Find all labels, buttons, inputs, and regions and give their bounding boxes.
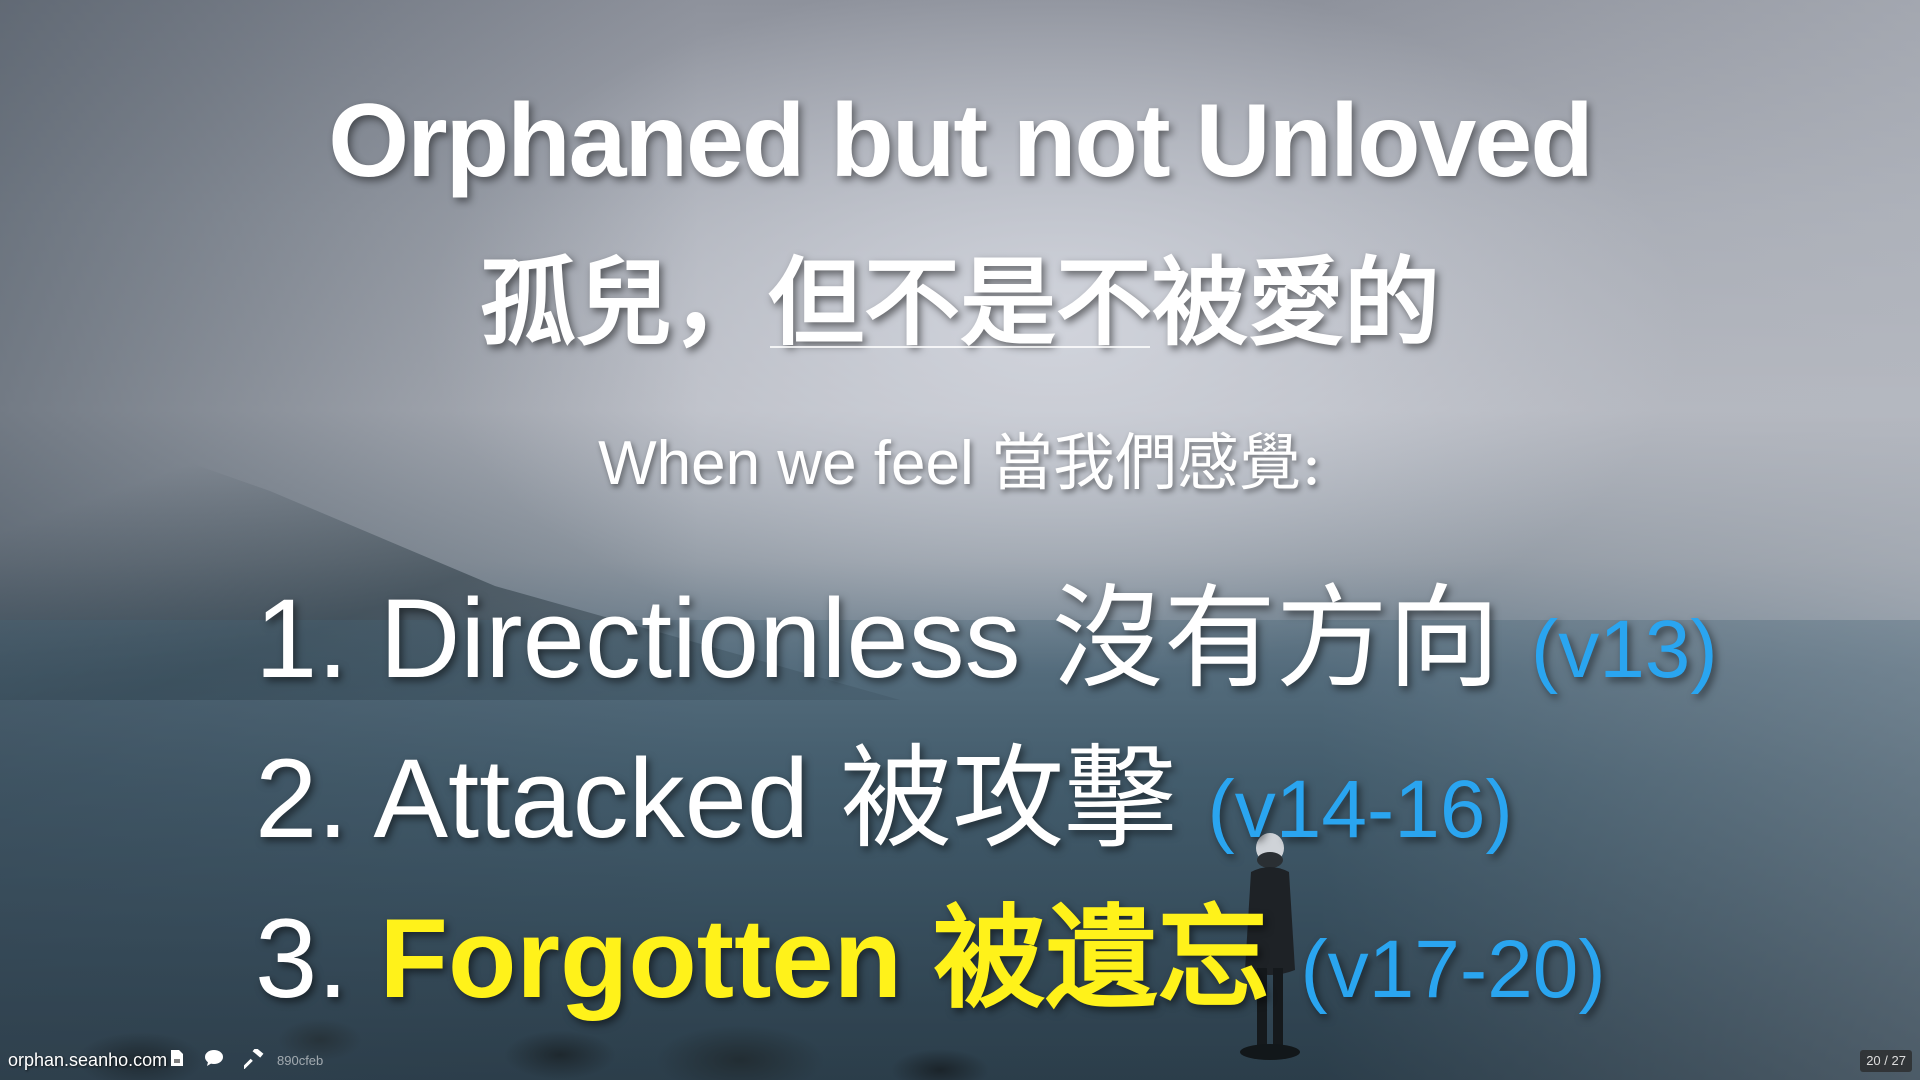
list-item-verse-ref: (v17-20) bbox=[1300, 924, 1606, 1015]
page-total: 27 bbox=[1891, 1053, 1906, 1068]
list-item-number: 1. bbox=[255, 576, 349, 701]
slide: Orphaned but not Unloved 孤兒，但不是不被愛的 When… bbox=[0, 0, 1920, 1080]
list-item-forgotten: 3. Forgotten 被遺忘 (v17-20) bbox=[255, 868, 1606, 1030]
slide-subtitle: When we feel 當我們感覺: bbox=[0, 412, 1920, 502]
commit-hash: 890cfeb bbox=[277, 1053, 324, 1068]
list-item-directionless: 1. Directionless 沒有方向 (v13) bbox=[255, 548, 1718, 710]
page-current: 20 bbox=[1866, 1053, 1881, 1068]
list-item-number: 2. bbox=[255, 736, 349, 861]
slide-title-chinese: 孤兒，但不是不被愛的 bbox=[480, 246, 1440, 359]
list-item-chinese: 被遺忘 bbox=[933, 893, 1270, 1024]
list-item-number: 3. bbox=[255, 896, 349, 1021]
slide-title-english: Orphaned but not Unloved bbox=[328, 83, 1593, 199]
list-item-text: Forgotten bbox=[379, 896, 903, 1021]
pdf-icon[interactable] bbox=[166, 1049, 188, 1071]
list-item-attacked: 2. Attacked 被攻擊 (v14-16) bbox=[255, 708, 1513, 870]
presentation-footer: orphan.seanho.com 890cfeb 20 / 27 bbox=[0, 1040, 1920, 1080]
list-item-chinese: 被攻擊 bbox=[840, 734, 1177, 864]
subtitle-english: When we feel bbox=[598, 429, 974, 498]
page-separator: / bbox=[1884, 1053, 1888, 1068]
list-item-verse-ref: (v13) bbox=[1530, 604, 1718, 695]
site-link[interactable]: orphan.seanho.com bbox=[8, 1050, 167, 1071]
list-item-verse-ref: (v14-16) bbox=[1207, 764, 1513, 855]
list-item-text: Attacked bbox=[373, 736, 810, 861]
comment-icon[interactable] bbox=[203, 1049, 225, 1071]
list-item-text: Directionless bbox=[379, 576, 1021, 701]
title-divider bbox=[770, 346, 1150, 348]
hammer-icon[interactable] bbox=[242, 1047, 265, 1071]
page-counter: 20 / 27 bbox=[1860, 1050, 1912, 1072]
subtitle-chinese: 當我們感覺: bbox=[990, 426, 1322, 499]
list-item-chinese: 沒有方向 bbox=[1051, 574, 1500, 704]
